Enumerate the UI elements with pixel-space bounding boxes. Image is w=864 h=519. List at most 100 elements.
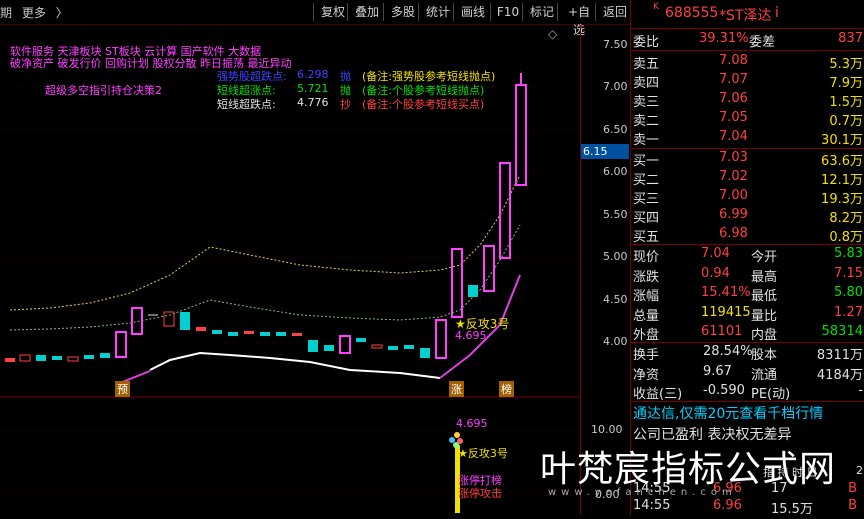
ask-price: 7.06: [719, 91, 748, 106]
lower-low-label: 4.695: [456, 417, 488, 430]
k-icon: K: [653, 2, 659, 12]
ask-row: 卖二 7.05 0.7万: [631, 109, 864, 129]
stat-label: 外盘: [633, 328, 660, 343]
tick-700: 7.00: [603, 80, 628, 93]
stock-code: 688555: [665, 5, 719, 21]
bid-price: 6.98: [719, 226, 748, 241]
stat-label-2: 内盘: [751, 328, 778, 343]
stat-value-2: 5.83: [834, 246, 863, 261]
bid-label: 买二: [633, 173, 660, 188]
lower-gongji-label: 涨停攻击: [458, 487, 502, 500]
signal-overbought-value: 5.721: [297, 82, 329, 95]
stat-row: 涨跌 0.94 最高 7.15: [631, 265, 864, 285]
fund-value-2: -: [858, 383, 863, 398]
ask-price: 7.05: [719, 110, 748, 125]
tick-450: 4.50: [603, 293, 628, 306]
bid-price: 7.00: [719, 188, 748, 203]
overlay-button[interactable]: 叠加: [347, 3, 386, 21]
lower-fangong-label: ★反攻3号: [458, 447, 508, 460]
stat-value-2: 7.15: [834, 265, 863, 281]
info-icon[interactable]: i: [775, 5, 779, 21]
ask-label: 卖三: [633, 95, 660, 110]
stats-button[interactable]: 统计: [418, 3, 457, 21]
draw-line-button[interactable]: 画线: [453, 3, 492, 21]
bid-price: 7.03: [719, 150, 748, 165]
ask-price: 7.07: [719, 72, 748, 87]
fund-value-2: 4184万: [816, 367, 863, 383]
signal-strong-value: 6.298: [297, 68, 329, 81]
bid-label: 买一: [633, 154, 660, 169]
trade-row-2: 14:55 6.96 15.5万 B: [633, 498, 857, 517]
stat-value: 15.41%: [701, 285, 751, 300]
watermark-title: 叶梵宸指标公式网: [540, 449, 837, 490]
promo-row[interactable]: 通达信,仅需20元查看千档行情: [631, 402, 864, 422]
bid-label: 买四: [633, 211, 660, 226]
tick-lower-10: 10.00: [591, 423, 623, 436]
stat-label: 总量: [633, 308, 660, 324]
ask-volume: 5.3万: [829, 57, 863, 72]
ask-volume: 0.7万: [829, 114, 863, 129]
toolbar-left: 期 更多 〉: [0, 4, 74, 21]
add-watchlist-button[interactable]: +自选: [557, 3, 600, 37]
tick-400: 4.00: [603, 335, 628, 348]
kline-chart[interactable]: ◇ 软件服务 天津板块 ST板块 云计算 国产软件 大数据 破净资产 破发行价 …: [0, 25, 580, 515]
signal-oversold-action: 抄: [340, 98, 351, 111]
promo-text[interactable]: 通达信,仅需20元查看千档行情: [633, 403, 823, 423]
fundamental-row: 收益(三) -0.590 PE(动) -: [631, 382, 864, 402]
stat-label: 涨幅: [633, 289, 660, 304]
fund-label: 净资: [633, 367, 660, 383]
watermark-url: www.yefanchen.com: [548, 487, 737, 498]
ask-row: 卖五 7.08 5.3万: [631, 52, 864, 72]
stock-name: *ST泽达: [719, 8, 772, 24]
ask-volume: 30.1万: [821, 133, 863, 148]
weicha-value: 837: [838, 31, 863, 46]
bid-label: 买五: [633, 230, 660, 245]
bid-volume: 19.3万: [821, 192, 863, 207]
quote-panel: K 688555 *ST泽达 i 委比 39.31% 委差 837 通达信,仅需…: [630, 0, 864, 517]
bid-row: 买四 6.99 8.2万: [631, 206, 864, 226]
kline-svg: [0, 44, 580, 513]
fund-value: 9.67: [703, 363, 732, 379]
period-menu[interactable]: 期: [0, 6, 12, 20]
low-price-label: 4.695: [455, 329, 487, 342]
stat-value: 119415: [701, 304, 751, 320]
ask-price: 7.08: [719, 53, 748, 68]
bid-row: 买五 6.98 0.8万: [631, 225, 864, 245]
stat-value-2: 1.27: [834, 304, 863, 320]
bid-volume: 12.1万: [821, 173, 863, 188]
chevron-right-icon[interactable]: 〉: [56, 6, 68, 20]
back-button[interactable]: 返回: [595, 3, 634, 21]
badge-bang: 榜: [499, 381, 514, 397]
badge-yu: 预: [115, 381, 130, 397]
f10-button[interactable]: F10: [490, 3, 525, 21]
multi-stock-button[interactable]: 多股: [383, 3, 422, 21]
weicha-label: 委差: [749, 35, 776, 50]
indicator-name: 超级多空指引持仓决策2: [45, 84, 162, 97]
candles: [5, 73, 527, 362]
stat-label: 涨跌: [633, 269, 660, 285]
bid-price: 7.02: [719, 169, 748, 184]
stat-row: 总量 119415 量比 1.27: [631, 304, 864, 324]
tick-750: 7.50: [603, 38, 628, 51]
tick-550: 5.50: [603, 208, 628, 221]
stat-value: 7.04: [701, 246, 730, 261]
mark-button[interactable]: 标记: [522, 3, 561, 21]
fund-label: 收益(三): [633, 387, 683, 402]
badge-zhang: 涨: [449, 381, 464, 397]
ask-label: 卖五: [633, 57, 660, 72]
bid-price: 6.99: [719, 207, 748, 222]
stat-label-2: 量比: [751, 308, 778, 324]
fund-label-2: 流通: [751, 367, 778, 383]
ask-label: 卖四: [633, 76, 660, 91]
ask-row: 卖四 7.07 7.9万: [631, 71, 864, 91]
weibi-label: 委比: [633, 35, 660, 50]
bid-label: 买三: [633, 192, 660, 207]
fundamental-row: 净资 9.67 流通 4184万: [631, 363, 864, 383]
ask-volume: 7.9万: [829, 76, 863, 91]
more-menu[interactable]: 更多: [22, 6, 46, 20]
ask-label: 卖二: [633, 114, 660, 129]
diamond-icon[interactable]: ◇: [548, 27, 557, 41]
bid-row: 买二 7.02 12.1万: [631, 168, 864, 188]
upper-band-line: [9, 174, 521, 311]
stat-row: 现价 7.04 今开 5.83: [631, 245, 864, 265]
